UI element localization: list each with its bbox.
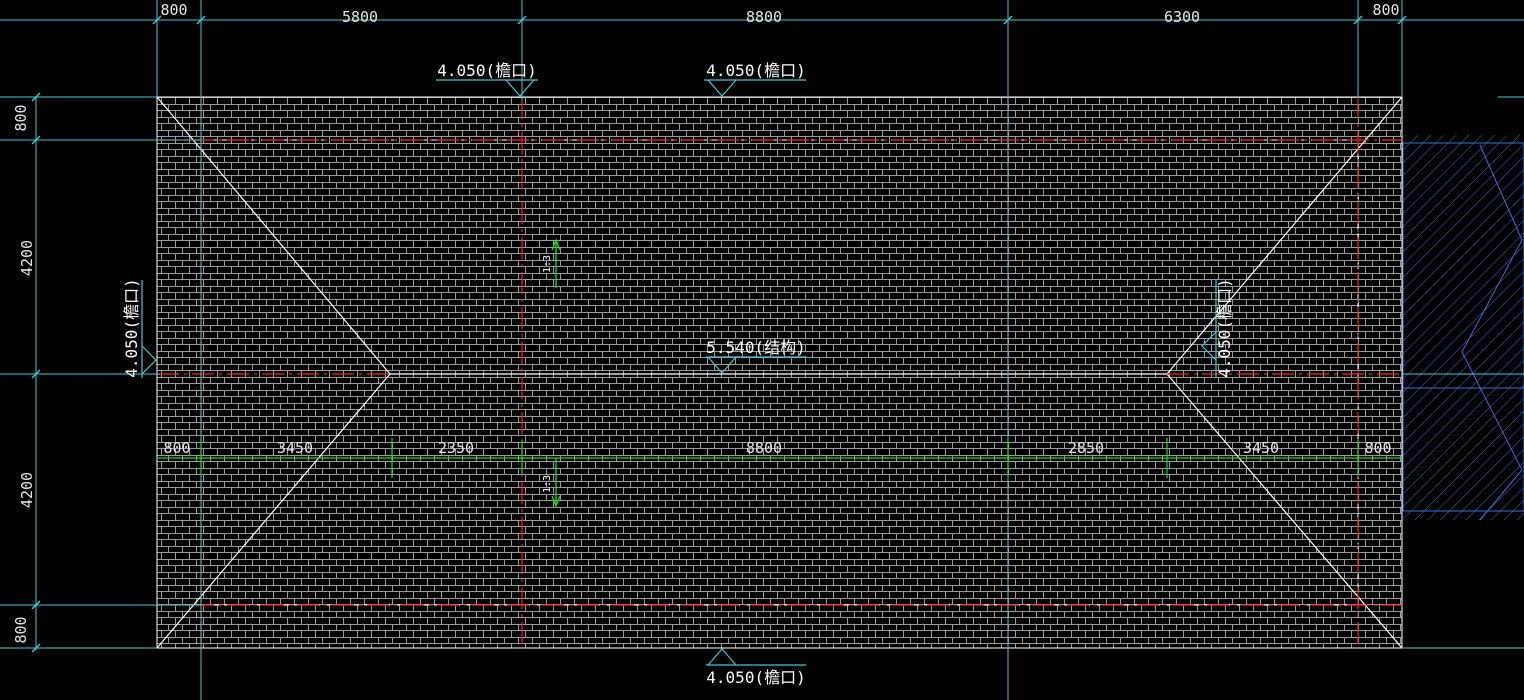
mid-dim-2: 3450: [277, 439, 313, 457]
mid-dim-7: 800: [1364, 439, 1391, 457]
mid-dim-6: 3450: [1243, 439, 1279, 457]
top-dim-3: 8800: [746, 8, 782, 26]
mid-dim-3: 2350: [438, 439, 474, 457]
level-right: 4.050(檐口): [1215, 278, 1234, 377]
adjacent-building: [1402, 135, 1524, 521]
level-top-left: 4.050(檐口): [437, 61, 536, 80]
top-dim-2: 5800: [342, 8, 378, 26]
left-dim-2: 4200: [18, 240, 36, 276]
mid-dim-4: 8800: [746, 439, 782, 457]
left-dim-4: 800: [12, 616, 30, 643]
top-dim-1: 800: [160, 1, 187, 19]
top-dim-5: 800: [1372, 1, 1399, 19]
top-dim-4: 6300: [1164, 8, 1200, 26]
left-dim-1: 800: [12, 104, 30, 131]
mid-dim-1: 800: [163, 439, 190, 457]
slope-label-lower: 1:3: [542, 475, 553, 493]
cad-drawing-canvas[interactable]: 800 5800 8800 6300 800 800 3450 2350 880…: [0, 0, 1524, 700]
level-left: 4.050(檐口): [122, 278, 141, 377]
level-bottom: 4.050(檐口): [706, 668, 805, 687]
top-dimensions: 800 5800 8800 6300 800: [160, 1, 1399, 26]
level-top-right: 4.050(檐口): [706, 61, 805, 80]
roof-plan: 800 5800 8800 6300 800 800 3450 2350 880…: [0, 0, 1524, 700]
slope-label-upper: 1:3: [542, 255, 553, 273]
level-ridge: 5.540(结构): [706, 338, 805, 357]
left-dim-3: 4200: [18, 472, 36, 508]
mid-dim-5: 2850: [1068, 439, 1104, 457]
